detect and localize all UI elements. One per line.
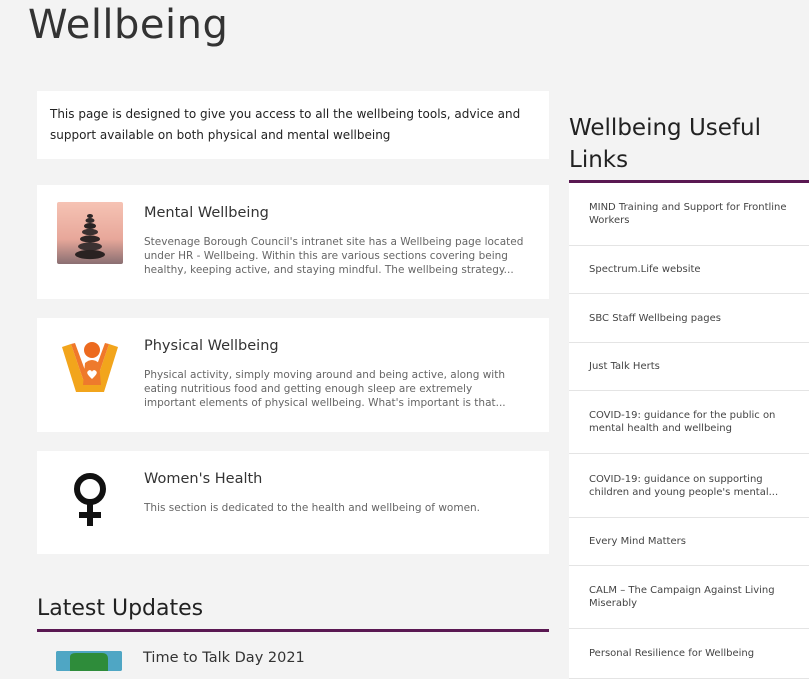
latest-updates-heading: Latest Updates [37,596,204,621]
useful-link[interactable]: Spectrum.Life website [569,246,809,294]
physical-wellbeing-card[interactable]: Physical Wellbeing Physical activity, si… [37,318,549,432]
card-title[interactable]: Mental Wellbeing [144,205,269,221]
useful-link[interactable]: CALM – The Campaign Against Living Miser… [569,566,809,629]
stacked-stones-icon [57,202,123,264]
useful-link[interactable]: SBC Staff Wellbeing pages [569,294,809,343]
useful-link[interactable]: Personal Resilience for Wellbeing [569,629,809,679]
update-thumbnail[interactable] [56,651,122,671]
useful-links-heading: Wellbeing Useful Links [569,115,761,173]
section-divider [37,629,549,632]
useful-link[interactable]: COVID-19: guidance on supporting childre… [569,454,809,518]
card-description: This section is dedicated to the health … [144,502,481,514]
card-description: Stevenage Borough Council's intranet sit… [144,236,524,276]
useful-link[interactable]: Every Mind Matters [569,518,809,566]
womens-health-card[interactable]: Women's Health This section is dedicated… [37,451,549,554]
person-heart-icon [57,335,123,397]
page-title: Wellbeing [28,2,229,48]
card-title[interactable]: Women's Health [144,471,262,487]
useful-links-list: MIND Training and Support for Frontline … [569,183,809,679]
update-title[interactable]: Time to Talk Day 2021 [143,650,305,666]
mental-wellbeing-card[interactable]: Mental Wellbeing Stevenage Borough Counc… [37,185,549,299]
card-description: Physical activity, simply moving around … [144,369,506,409]
useful-link[interactable]: Just Talk Herts [569,343,809,391]
intro-text: This page is designed to give you access… [37,91,549,159]
card-title[interactable]: Physical Wellbeing [144,338,279,354]
female-symbol-icon [57,468,123,530]
useful-link[interactable]: COVID-19: guidance for the public on men… [569,391,809,454]
useful-link[interactable]: MIND Training and Support for Frontline … [569,183,809,246]
